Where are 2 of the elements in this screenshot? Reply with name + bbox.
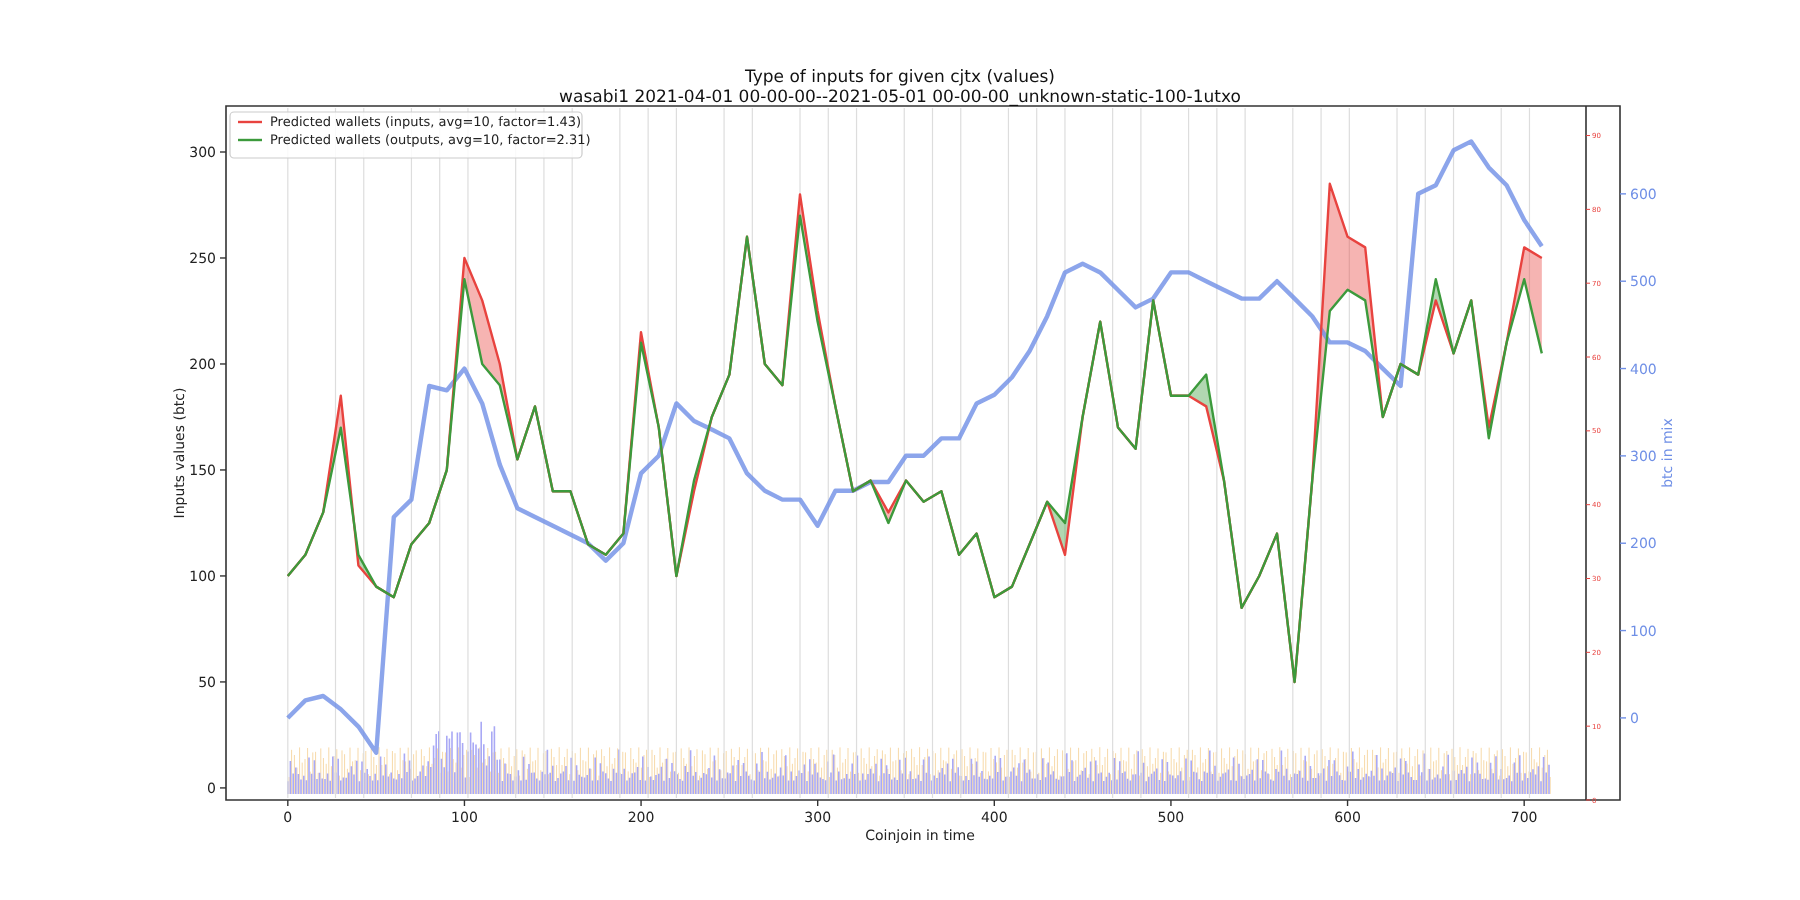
chart-title: Type of inputs for given cjtx (values): [745, 68, 1055, 88]
chart-subtitle: wasabi1 2021-04-01 00-00-00--2021-05-01 00-00-00_unknown-static-100-1utxo: [559, 88, 1241, 108]
